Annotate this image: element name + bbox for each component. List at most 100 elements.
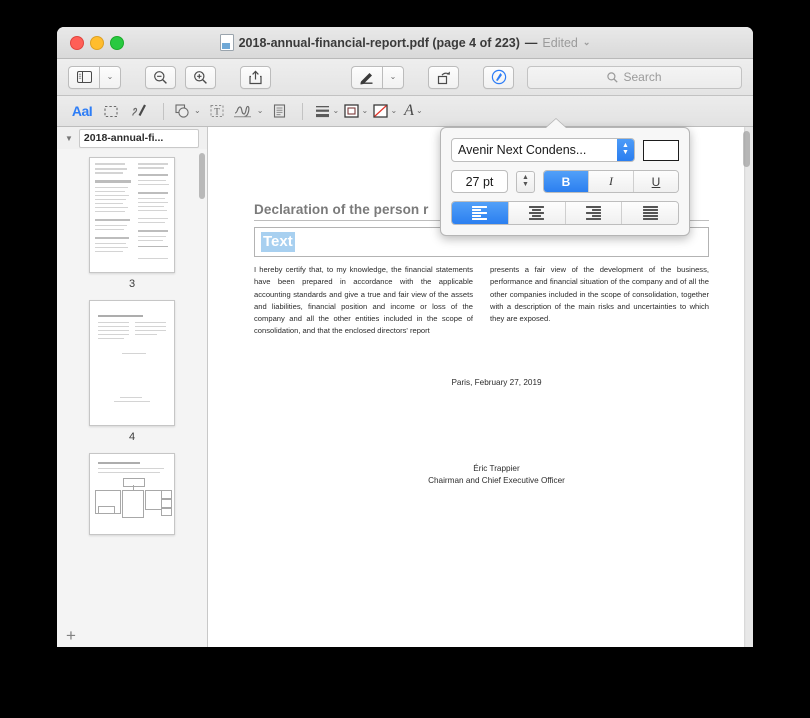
document-column-left: I hereby certify that, to my knowledge, … <box>254 265 473 336</box>
text-selection-tool[interactable]: AaI <box>69 99 95 123</box>
main-toolbar: ⌄ ⌄ Search <box>57 59 753 96</box>
sidebar-header: ▼ 2018-annual-fi... <box>57 127 207 149</box>
font-family-select[interactable]: Avenir Next Condens... ▲ ▼ <box>451 138 635 162</box>
thumbnail-item[interactable]: 4 <box>57 300 207 443</box>
edited-badge: Edited <box>542 35 578 50</box>
align-justify-icon <box>642 206 658 220</box>
signature-icon <box>233 105 251 118</box>
rectangular-selection-icon <box>104 105 118 117</box>
page-thumbnail-5[interactable] <box>89 453 175 535</box>
markup-pen-chevron[interactable]: ⌄ <box>382 65 404 89</box>
document-signature-block: Éric Trappier Chairman and Chief Executi… <box>254 463 709 487</box>
underline-button[interactable]: U <box>634 171 678 192</box>
pdf-document-icon <box>219 34 234 51</box>
sidebar-document-name-label: 2018-annual-fi... <box>83 132 164 144</box>
align-left-icon <box>472 206 488 220</box>
signature-tool[interactable]: ⌄ <box>233 99 264 123</box>
thumbnail-sidebar: ▼ 2018-annual-fi... 3 4 + <box>57 127 208 647</box>
font-style-popover: Avenir Next Condens... ▲ ▼ 27 pt ▲ ▼ B I… <box>440 119 690 236</box>
fill-color-tool[interactable]: ⌄ <box>371 99 397 123</box>
bold-label: B <box>561 174 571 189</box>
shapes-icon <box>175 104 189 118</box>
window-title-text: 2018-annual-financial-report.pdf (page 4… <box>238 35 520 50</box>
line-thickness-tool[interactable]: ⌄ <box>313 99 339 123</box>
annotate-toolbar-toggle[interactable] <box>483 65 514 89</box>
align-left-button[interactable] <box>452 202 509 224</box>
chevron-down-icon: ▼ <box>622 149 629 156</box>
chevron-down-icon: ⌄ <box>194 106 201 115</box>
thumbnail-page-number: 4 <box>128 431 136 443</box>
page-thumbnail-4[interactable] <box>89 300 175 426</box>
text-style-label: A <box>404 102 414 119</box>
thumbnail-item[interactable] <box>57 453 207 540</box>
font-size-value: 27 pt <box>465 174 494 189</box>
align-right-button[interactable] <box>565 202 623 224</box>
font-family-value: Avenir Next Condens... <box>458 143 587 157</box>
chevron-down-icon: ⌄ <box>256 106 264 115</box>
text-annotation-content[interactable]: Text <box>261 232 295 252</box>
document-columns: I hereby certify that, to my knowledge, … <box>254 264 709 338</box>
text-selection-label: AaI <box>71 103 93 119</box>
sidebar-document-name[interactable]: 2018-annual-fi... <box>78 128 199 148</box>
preview-window: 2018-annual-financial-report.pdf (page 4… <box>57 27 753 647</box>
share-button[interactable] <box>240 65 271 89</box>
align-right-icon <box>585 206 601 220</box>
chevron-down-icon: ⌄ <box>415 106 423 115</box>
thumbnail-item[interactable]: 3 <box>57 157 207 290</box>
signature-name: Éric Trappier <box>473 463 520 473</box>
pdf-page-content: Declaration of the person r Text I hereb… <box>254 202 709 487</box>
chevron-down-icon: ⌄ <box>390 106 398 115</box>
disclosure-triangle-icon[interactable]: ▼ <box>65 134 73 143</box>
popover-tail <box>546 119 566 128</box>
markup-pen-button[interactable] <box>351 65 382 89</box>
bold-button[interactable]: B <box>544 171 589 192</box>
page-view-scrollbar[interactable] <box>743 131 750 167</box>
align-center-button[interactable] <box>508 202 566 224</box>
font-size-input[interactable]: 27 pt <box>451 170 508 193</box>
chevron-down-icon: ⌄ <box>106 72 114 81</box>
zoom-out-button[interactable] <box>145 65 176 89</box>
text-color-swatch[interactable] <box>643 139 679 161</box>
search-input[interactable]: Search <box>527 65 742 89</box>
search-placeholder: Search <box>623 70 662 84</box>
border-color-icon <box>343 104 359 118</box>
signature-title: Chairman and Chief Executive Officer <box>428 475 565 485</box>
font-size-style-row: 27 pt ▲ ▼ B I U <box>451 170 679 193</box>
rectangular-selection-tool[interactable] <box>98 99 124 123</box>
alignment-row <box>451 201 679 225</box>
add-page-button[interactable]: + <box>66 627 76 644</box>
line-thickness-icon <box>315 106 329 118</box>
title-dash: — <box>524 35 538 50</box>
alignment-group <box>451 201 679 225</box>
sidebar-toggle-group[interactable]: ⌄ <box>68 65 121 89</box>
zoom-in-button[interactable] <box>185 65 216 89</box>
align-center-icon <box>529 206 545 220</box>
window-title: 2018-annual-financial-report.pdf (page 4… <box>57 27 753 58</box>
border-color-tool[interactable]: ⌄ <box>342 99 368 123</box>
sidebar-view-button[interactable] <box>68 65 99 89</box>
font-family-row: Avenir Next Condens... ▲ ▼ <box>451 138 679 162</box>
text-box-tool[interactable]: T <box>204 99 230 123</box>
sketch-tool[interactable] <box>127 99 153 123</box>
markup-pen-group[interactable]: ⌄ <box>351 65 404 89</box>
desktop-background: 2018-annual-financial-report.pdf (page 4… <box>0 0 810 718</box>
italic-button[interactable]: I <box>589 171 634 192</box>
sidebar-scrollbar[interactable] <box>199 153 205 199</box>
chevron-down-icon: ⌄ <box>361 106 369 115</box>
font-size-stepper[interactable]: ▲ ▼ <box>516 170 535 193</box>
align-justify-button[interactable] <box>622 202 678 224</box>
svg-text:T: T <box>214 107 220 117</box>
text-style-tool[interactable]: A ⌄ <box>400 99 426 123</box>
document-column-right: presents a fair view of the development … <box>490 265 709 324</box>
page-thumbnail-3[interactable] <box>89 157 175 273</box>
shapes-tool[interactable]: ⌄ <box>174 99 201 123</box>
rotate-left-button[interactable] <box>428 65 459 89</box>
note-tool[interactable] <box>266 99 292 123</box>
italic-label: I <box>609 174 613 188</box>
chevron-down-icon[interactable]: ⌄ <box>583 37 591 48</box>
sidebar-options-chevron[interactable]: ⌄ <box>99 65 121 89</box>
chevron-down-icon: ⌄ <box>389 72 397 81</box>
font-family-stepper[interactable]: ▲ ▼ <box>617 139 634 161</box>
window-title-bar: 2018-annual-financial-report.pdf (page 4… <box>57 27 753 59</box>
chevron-down-icon: ⌄ <box>332 106 340 115</box>
